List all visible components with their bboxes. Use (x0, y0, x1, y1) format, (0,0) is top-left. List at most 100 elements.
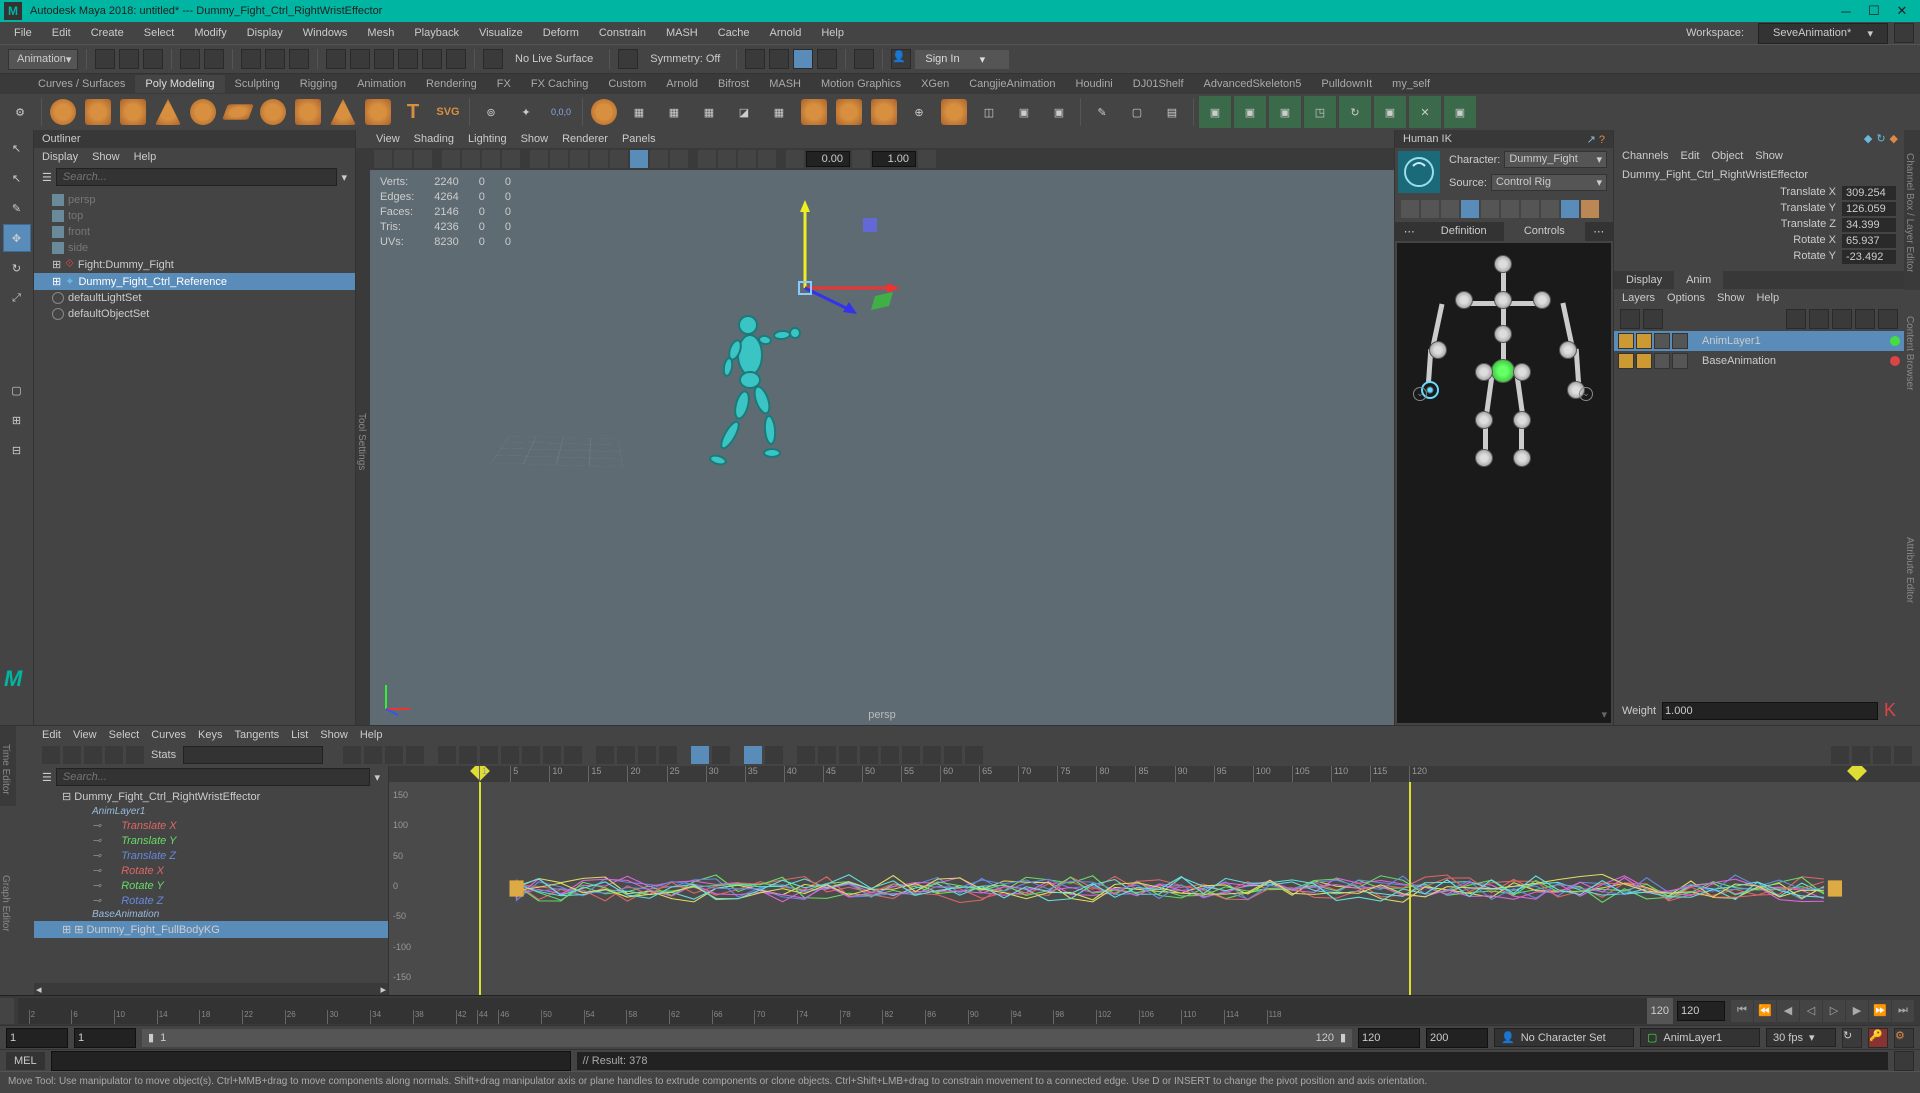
hik-lankle-joint[interactable] (1475, 449, 1493, 467)
mirror-icon[interactable]: ◫ (973, 96, 1005, 128)
smooth-icon[interactable]: ▦ (693, 96, 725, 128)
vp-dof-icon[interactable] (758, 150, 776, 168)
snap-point-icon[interactable] (374, 49, 394, 69)
ge-curve-filter-icon[interactable] (839, 746, 857, 764)
go-start-icon[interactable]: ⏮ (1731, 1000, 1753, 1022)
script-editor-icon[interactable] (1894, 1051, 1914, 1071)
hik-cfg-icon[interactable]: ↗ (1587, 134, 1596, 146)
shelf-tab-fxcaching[interactable]: FX Caching (521, 75, 598, 93)
cb-menu-object[interactable]: Object (1711, 150, 1743, 162)
hik-key5-icon[interactable] (1581, 200, 1599, 218)
hik-hips-joint[interactable] (1491, 359, 1515, 383)
vp-gamma-field[interactable]: 1.00 (872, 151, 916, 167)
ge-post-inf-icon[interactable] (818, 746, 836, 764)
cb-tz-value[interactable]: 34.399 (1842, 218, 1896, 232)
menu-cache[interactable]: Cache (710, 25, 758, 41)
lasso-icon[interactable] (265, 49, 285, 69)
range-end-input[interactable] (1358, 1028, 1420, 1048)
hik-key4-icon[interactable] (1561, 200, 1579, 218)
prefs-icon[interactable]: ⚙ (1894, 1028, 1914, 1048)
ge-spline-icon[interactable] (438, 746, 456, 764)
vp-isolate-icon[interactable] (630, 150, 648, 168)
sculpt8-icon[interactable]: ▣ (1444, 96, 1476, 128)
hik-lhand-expand-icon[interactable]: ⌄ (1413, 387, 1427, 401)
menu-mash[interactable]: MASH (658, 25, 706, 41)
ge-layer-animlayer1[interactable]: AnimLayer1 (34, 805, 388, 818)
symmetry-icon[interactable] (618, 49, 638, 69)
vp-resolution-icon[interactable] (482, 150, 500, 168)
hik-rhand-expand-icon[interactable]: ⌄ (1579, 387, 1593, 401)
layer-key-icon[interactable] (1832, 309, 1852, 329)
layer-up-icon[interactable] (1786, 309, 1806, 329)
hik-lelbow-joint[interactable] (1429, 341, 1447, 359)
snap-live-icon[interactable] (422, 49, 442, 69)
ts-sound-icon[interactable] (0, 998, 14, 1024)
ge-buffer-icon[interactable] (860, 746, 878, 764)
outliner-menu-display[interactable]: Display (42, 151, 78, 163)
cb-icon3[interactable]: ◆ (1890, 132, 1898, 145)
cb-ty-value[interactable]: 126.059 (1842, 202, 1896, 216)
poly-cone-icon[interactable] (152, 96, 184, 128)
menu-deform[interactable]: Deform (535, 25, 587, 41)
viewport-canvas[interactable]: Verts:224000 Edges:426400 Faces:214600 T… (370, 170, 1394, 725)
vp-menu-show[interactable]: Show (521, 133, 549, 145)
hik-tab-controls[interactable]: Controls (1504, 222, 1585, 241)
side-tab-attr-editor[interactable]: Attribute Editor (1904, 410, 1920, 725)
vp-wireframe-icon[interactable] (530, 150, 548, 168)
vp-exposure-icon[interactable] (786, 150, 804, 168)
layer-merge-icon[interactable] (1878, 309, 1898, 329)
cb-icon1[interactable]: ◆ (1864, 132, 1872, 145)
hik-lknee-joint[interactable] (1475, 411, 1493, 429)
panel-layout-icon[interactable]: ⊟ (3, 436, 31, 464)
viewport-character[interactable] (700, 305, 820, 485)
menu-windows[interactable]: Windows (295, 25, 356, 41)
workspace-dropdown[interactable]: SeveAnimation*▾ (1758, 23, 1888, 44)
shelf-tab-arnold[interactable]: Arnold (656, 75, 708, 93)
target-weld-icon[interactable] (868, 96, 900, 128)
layer-animlayer1[interactable]: AnimLayer1 (1614, 331, 1904, 351)
connect-icon[interactable]: ⊕ (903, 96, 935, 128)
paint-tool-icon[interactable]: ✎ (3, 194, 31, 222)
side-tab-time-editor[interactable]: Time Editor (0, 726, 16, 806)
vp-menu-lighting[interactable]: Lighting (468, 133, 507, 145)
minimize-button[interactable]: － (1832, 2, 1860, 20)
no-live-surface[interactable]: No Live Surface (507, 53, 601, 65)
ge-ch-tz[interactable]: ⊸Translate Z (34, 848, 388, 863)
hik-selection-icon[interactable] (1441, 200, 1459, 218)
face-tool-icon[interactable]: ▤ (1156, 96, 1188, 128)
play-back-icon[interactable]: ◁ (1800, 1000, 1822, 1022)
ge-autoframe-icon[interactable] (406, 746, 424, 764)
sculpt2-icon[interactable]: ▣ (1234, 96, 1266, 128)
paint-select-icon[interactable] (289, 49, 309, 69)
ge-menu-view[interactable]: View (73, 729, 97, 741)
hik-tabs-left[interactable]: ⋯ (1395, 222, 1423, 241)
ge-keyframe-marker-end[interactable] (1847, 766, 1867, 781)
outliner-search-input[interactable] (56, 168, 338, 186)
vp-textured-icon[interactable] (570, 150, 588, 168)
ge-plateau-icon[interactable] (543, 746, 561, 764)
select-tool-icon[interactable]: ↖ (3, 134, 31, 162)
ge-region-icon[interactable] (105, 746, 123, 764)
ge-playhead-start[interactable] (479, 782, 481, 995)
play-fwd-icon[interactable]: ▷ (1823, 1000, 1845, 1022)
hik-neck-joint[interactable] (1494, 291, 1512, 309)
scale-tool-icon[interactable]: ⤢ (3, 284, 31, 312)
separate-icon[interactable]: ▦ (623, 96, 655, 128)
undo-icon[interactable] (180, 49, 200, 69)
outliner-item-top[interactable]: top (34, 208, 355, 224)
layer-del-icon[interactable] (1643, 309, 1663, 329)
shelf-menu-icon[interactable]: ⚙ (4, 96, 36, 128)
hik-scroll-icon[interactable]: ▾ (1601, 708, 1607, 721)
ge-node-root[interactable]: ⊟ Dummy_Fight_Ctrl_RightWristEffector (34, 788, 388, 805)
snap-plane-icon[interactable] (398, 49, 418, 69)
open-scene-icon[interactable] (119, 49, 139, 69)
shelf-tab-rendering[interactable]: Rendering (416, 75, 487, 93)
poly-pyramid-icon[interactable] (327, 96, 359, 128)
layer-menu-options[interactable]: Options (1667, 292, 1705, 304)
vp-ao-icon[interactable] (698, 150, 716, 168)
ge-snap-time-icon[interactable] (691, 746, 709, 764)
time-slider-track[interactable]: 120 261014182226303438424446505458626670… (18, 998, 1673, 1024)
ge-time-ruler[interactable]: 1510152025303540455055606570758085909510… (389, 766, 1920, 782)
del-edge-icon[interactable]: ▣ (1008, 96, 1040, 128)
outliner-item-ctrl-reference[interactable]: ⊞✦Dummy_Fight_Ctrl_Reference (34, 273, 355, 290)
